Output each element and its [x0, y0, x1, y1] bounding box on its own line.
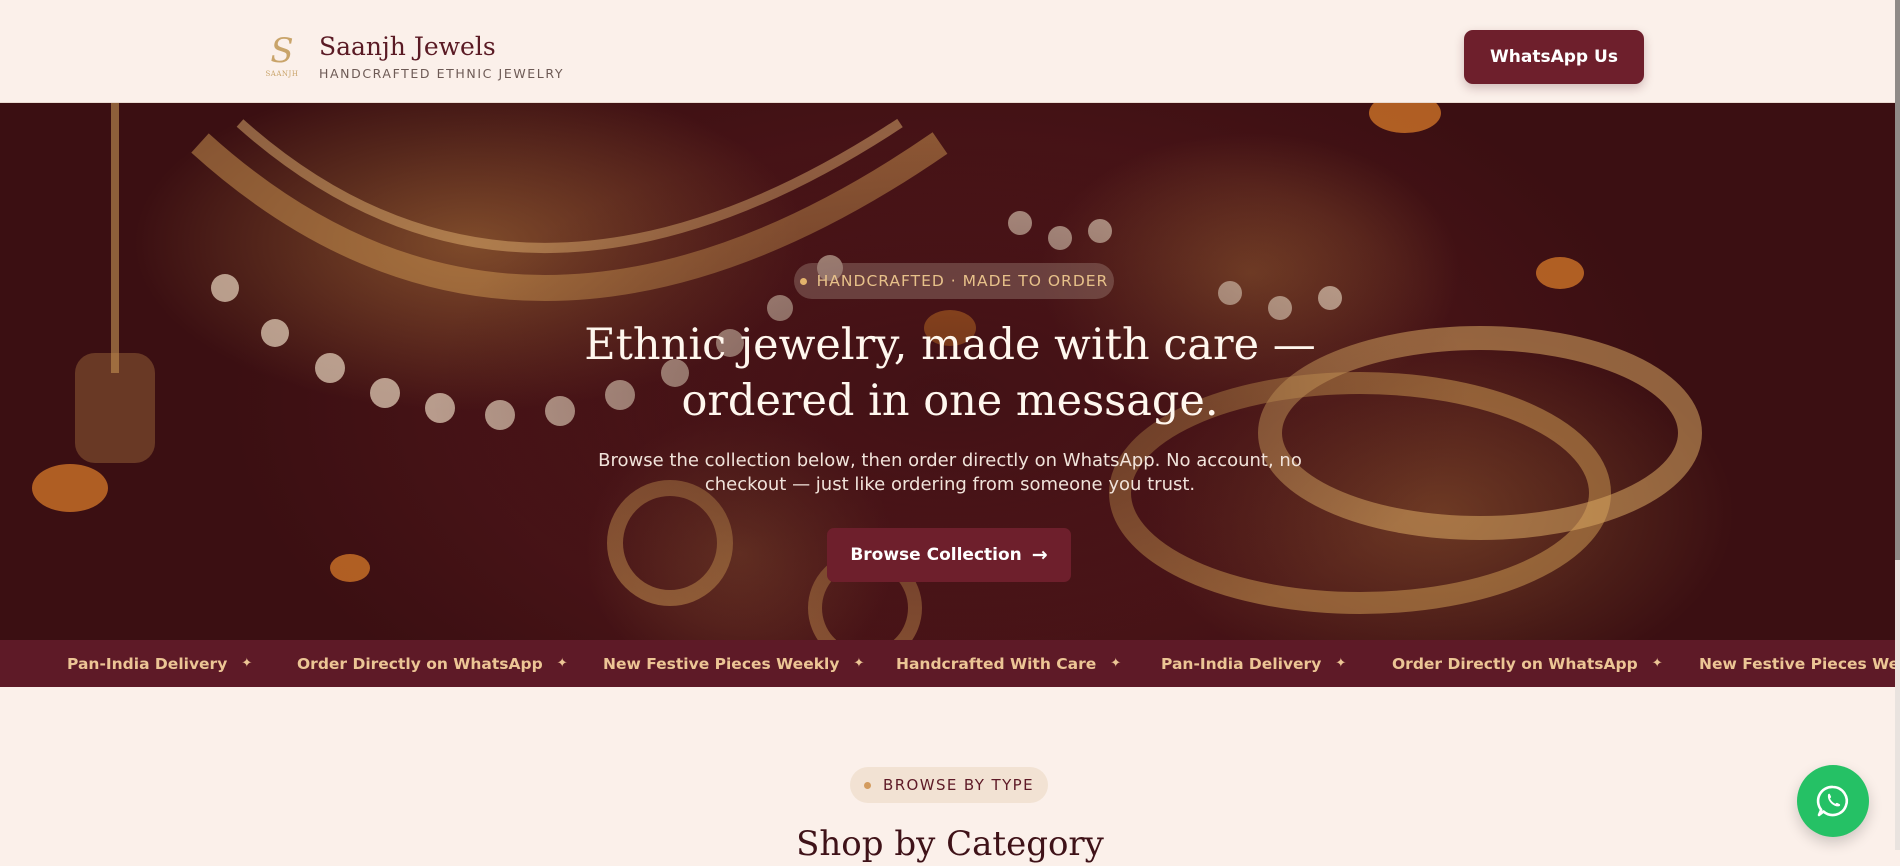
- hero-section: HANDCRAFTED · MADE TO ORDER Ethnic jewel…: [0, 103, 1900, 640]
- marquee-item-text: Pan-India Delivery: [67, 654, 228, 673]
- announcement-marquee: Pan-India Delivery ✦ Order Directly on W…: [0, 640, 1900, 687]
- hero-subtitle: Browse the collection below, then order …: [560, 449, 1340, 497]
- marquee-item: Pan-India Delivery ✦: [67, 640, 252, 687]
- marquee-item: New Festive Pieces Weekly ✦: [603, 640, 864, 687]
- logo-monogram: S: [270, 30, 294, 71]
- badge-dot-icon: [864, 781, 872, 789]
- category-badge: BROWSE BY TYPE: [850, 767, 1048, 803]
- marquee-item-text: Handcrafted With Care: [896, 654, 1097, 673]
- sparkle-icon: ✦: [1110, 656, 1122, 671]
- marquee-item-text: Order Directly on WhatsApp: [297, 654, 543, 673]
- brand-tagline: HANDCRAFTED ETHNIC JEWELRY: [319, 66, 565, 81]
- marquee-item-text: Order Directly on WhatsApp: [1392, 654, 1638, 673]
- scrollbar-thumb[interactable]: [1895, 0, 1900, 560]
- brand-logo-link[interactable]: S SAANJH Saanjh Jewels HANDCRAFTED ETHNI…: [263, 32, 564, 81]
- sparkle-icon: ✦: [241, 656, 253, 671]
- hero-title: Ethnic jewelry, made with care — ordered…: [560, 317, 1340, 429]
- page-scrollbar[interactable]: [1895, 0, 1900, 850]
- logo-caption: SAANJH: [265, 69, 299, 78]
- marquee-item: Handcrafted With Care ✦: [896, 640, 1121, 687]
- marquee-item: Order Directly on WhatsApp ✦: [1392, 640, 1663, 687]
- badge-dot-icon: [799, 277, 807, 285]
- brand-name: Saanjh Jewels: [319, 32, 496, 61]
- marquee-item: New Festive Pieces Weekly: [1699, 640, 1900, 687]
- whatsapp-icon: [1816, 785, 1849, 817]
- arrow-right-icon: →: [1031, 544, 1048, 566]
- brand-text: Saanjh Jewels HANDCRAFTED ETHNIC JEWELRY: [319, 32, 564, 81]
- floating-whatsapp-button[interactable]: [1797, 765, 1869, 837]
- sparkle-icon: ✦: [1335, 656, 1347, 671]
- marquee-item-text: New Festive Pieces Weekly: [1699, 654, 1900, 673]
- browse-collection-button[interactable]: Browse Collection →: [827, 528, 1071, 582]
- marquee-item-text: Pan-India Delivery: [1161, 654, 1322, 673]
- site-header: S SAANJH Saanjh Jewels HANDCRAFTED ETHNI…: [0, 0, 1900, 103]
- sparkle-icon: ✦: [1651, 656, 1663, 671]
- hero-title-line-1: Ethnic jewelry, made with care —: [584, 320, 1316, 370]
- sparkle-icon: ✦: [556, 656, 568, 671]
- marquee-item-text: New Festive Pieces Weekly: [603, 654, 840, 673]
- hero-badge: HANDCRAFTED · MADE TO ORDER: [794, 263, 1114, 299]
- category-badge-text: BROWSE BY TYPE: [883, 776, 1034, 794]
- marquee-item: Order Directly on WhatsApp ✦: [297, 640, 568, 687]
- sparkle-icon: ✦: [853, 656, 865, 671]
- hero-badge-text: HANDCRAFTED · MADE TO ORDER: [816, 272, 1109, 290]
- marquee-item: Pan-India Delivery ✦: [1161, 640, 1346, 687]
- browse-collection-label: Browse Collection: [850, 545, 1022, 565]
- section-title: Shop by Category: [796, 824, 1104, 864]
- brand-logo-mark: S SAANJH: [263, 34, 301, 80]
- hero-title-line-2: ordered in one message.: [681, 376, 1219, 426]
- hero-subtitle-line-1: Browse the collection below, then order …: [598, 450, 1302, 471]
- hero-subtitle-line-2: checkout — just like ordering from someo…: [704, 474, 1196, 495]
- whatsapp-us-button[interactable]: WhatsApp Us: [1464, 30, 1644, 84]
